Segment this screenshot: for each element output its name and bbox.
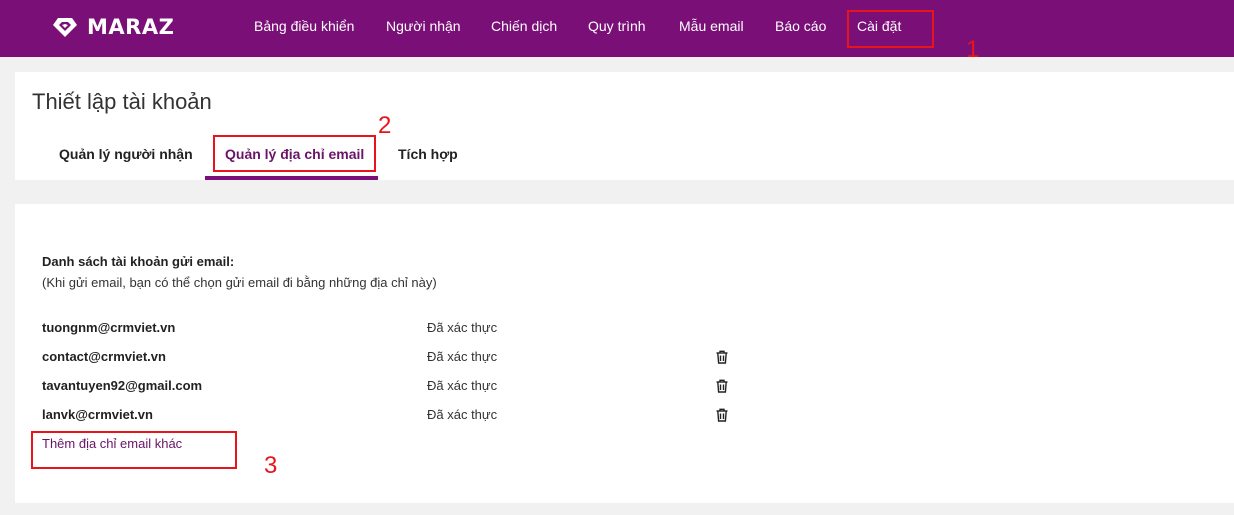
active-tab-indicator	[205, 176, 378, 180]
account-status: Đã xác thực	[427, 378, 498, 393]
trash-icon[interactable]	[714, 407, 730, 423]
trash-icon[interactable]	[714, 349, 730, 365]
tab-recipient-management[interactable]: Quản lý người nhận	[59, 144, 193, 164]
section-subtitle: (Khi gửi email, bạn có thể chọn gửi emai…	[42, 275, 437, 290]
nav-email-templates[interactable]: Mẫu email	[679, 16, 744, 36]
brand-logo[interactable]: MARAZ	[52, 13, 174, 41]
nav-recipients[interactable]: Người nhận	[386, 16, 461, 36]
account-status: Đã xác thực	[427, 407, 498, 422]
account-email: tavantuyen92@gmail.com	[42, 378, 203, 393]
nav-reports[interactable]: Báo cáo	[775, 16, 826, 36]
annotation-box-add-link	[31, 431, 237, 469]
annotation-box-settings	[847, 10, 934, 48]
brand-name: MARAZ	[87, 15, 175, 39]
annotation-number: 1	[966, 36, 980, 63]
account-email: contact@crmviet.vn	[42, 349, 166, 364]
annotation-number: 2	[378, 112, 392, 139]
account-email: lanvk@crmviet.vn	[42, 407, 153, 422]
nav-campaigns[interactable]: Chiến dịch	[491, 16, 557, 36]
page-title: Thiết lập tài khoản	[32, 89, 212, 114]
nav-workflows[interactable]: Quy trình	[588, 16, 646, 36]
tab-integrations[interactable]: Tích hợp	[398, 144, 458, 164]
logo-icon	[53, 18, 77, 37]
top-navbar: MARAZ Bảng điều khiển Người nhận Chiến d…	[0, 0, 1234, 57]
account-email: tuongnm@crmviet.vn	[42, 320, 176, 335]
nav-dashboard[interactable]: Bảng điều khiển	[254, 16, 354, 36]
annotation-box-email-tab	[213, 135, 376, 172]
trash-icon[interactable]	[714, 378, 730, 394]
section-title: Danh sách tài khoản gửi email:	[42, 254, 235, 269]
annotation-number: 3	[264, 452, 278, 479]
account-status: Đã xác thực	[427, 349, 498, 364]
account-status: Đã xác thực	[427, 320, 498, 335]
